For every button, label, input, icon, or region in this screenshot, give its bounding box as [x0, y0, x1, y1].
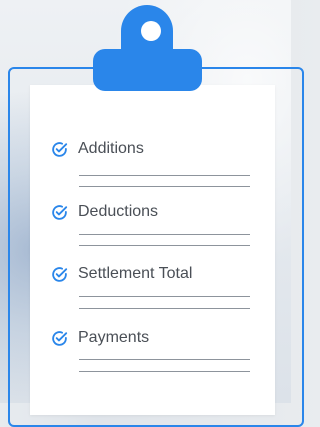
checklist-item-label: Payments	[78, 329, 150, 346]
check-circle-icon	[52, 141, 68, 157]
checklist-item-label: Deductions	[78, 203, 159, 220]
checklist-item-deductions: Deductions	[51, 202, 158, 222]
write-line	[79, 186, 250, 187]
write-line	[79, 296, 250, 297]
write-line	[79, 308, 250, 309]
clipboard-paper	[30, 85, 275, 415]
checklist-item-payments: Payments	[51, 328, 149, 348]
check-circle-icon	[52, 266, 68, 282]
write-line	[79, 175, 250, 176]
check-circle-icon	[52, 330, 68, 346]
checklist-item-additions: Additions	[51, 139, 144, 159]
checklist-item-settlement-total: Settlement Total	[51, 264, 192, 284]
write-line	[79, 371, 250, 372]
write-line	[79, 245, 250, 246]
check-circle-icon	[52, 204, 68, 220]
write-line	[79, 234, 250, 235]
checklist-item-label: Settlement Total	[78, 265, 193, 282]
write-line	[79, 359, 250, 360]
clip-hole-icon	[141, 21, 161, 41]
checklist-item-label: Additions	[78, 140, 144, 157]
